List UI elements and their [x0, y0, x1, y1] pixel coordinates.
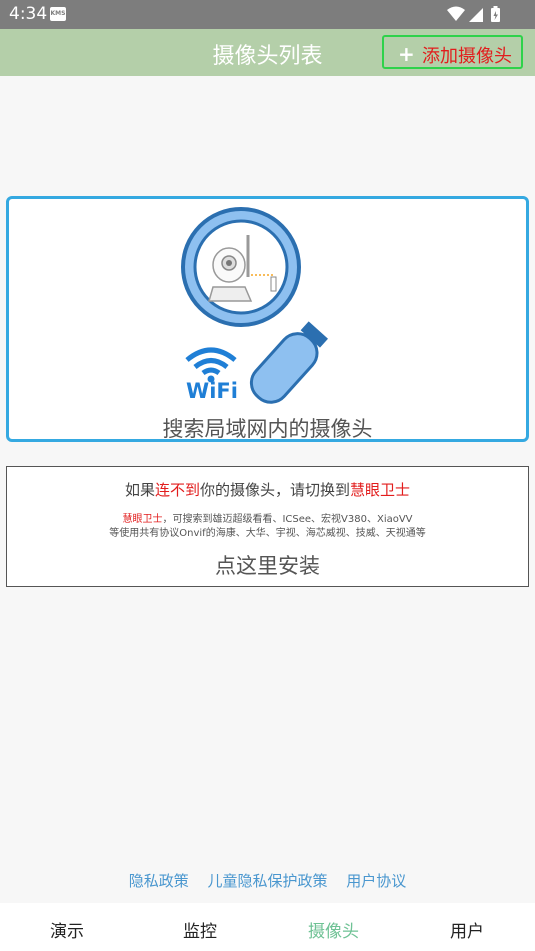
user-agreement-link[interactable]: 用户协议 [346, 872, 406, 890]
install-description-2: 等使用共有协议Onvif的海康、大华、宇视、海芯威视、技威、天视通等 [109, 528, 426, 539]
app-name-highlight: 慧眼卫士 [350, 481, 411, 499]
cell-signal-icon [469, 8, 483, 22]
search-caption: 搜索局域网内的摄像头 [162, 417, 373, 441]
privacy-policy-link[interactable]: 隐私政策 [129, 872, 189, 890]
search-lan-cameras-card[interactable]: WiFi 搜索局域网内的摄像头 [6, 196, 529, 442]
system-status-icons [447, 6, 500, 22]
wifi-signal-icon [447, 6, 465, 21]
add-camera-button[interactable]: + 添加摄像头 [382, 35, 523, 69]
install-description: 慧眼卫士，可搜索到雄迈超级看看、ICSee、宏视V380、XiaoVV [7, 510, 528, 525]
tab-demo[interactable]: 演示 [50, 917, 84, 942]
tab-monitor[interactable]: 监控 [183, 917, 217, 942]
policy-links: 隐私政策 儿童隐私保护政策 用户协议 [0, 870, 535, 891]
child-privacy-policy-link[interactable]: 儿童隐私保护政策 [207, 872, 327, 890]
tab-user[interactable]: 用户 [450, 917, 484, 942]
notice-highlight: 连不到 [154, 481, 200, 499]
notification-badge-icon: KMS [50, 7, 66, 21]
clock: 4:34 [9, 4, 48, 24]
plus-icon: + [398, 42, 415, 66]
bottom-navigation: 演示 监控 摄像头 用户 [0, 903, 535, 951]
install-app-card[interactable]: 如果连不到你的摄像头，请切换到慧眼卫士 慧眼卫士，可搜索到雄迈超级看看、ICSe… [6, 466, 529, 587]
wifi-label: WiFi [186, 379, 238, 403]
top-app-bar: 摄像头列表 + 添加摄像头 [0, 29, 535, 76]
install-action-label[interactable]: 点这里安装 [7, 550, 528, 580]
notice-text: 如果 [124, 481, 155, 499]
install-notice: 如果连不到你的摄像头，请切换到慧眼卫士 [7, 479, 528, 500]
notice-text: 你的摄像头，请切换到 [200, 481, 351, 499]
tab-cameras[interactable]: 摄像头 [308, 917, 359, 942]
status-bar: 4:34 KMS [0, 0, 535, 29]
add-camera-label: 添加摄像头 [422, 46, 512, 67]
